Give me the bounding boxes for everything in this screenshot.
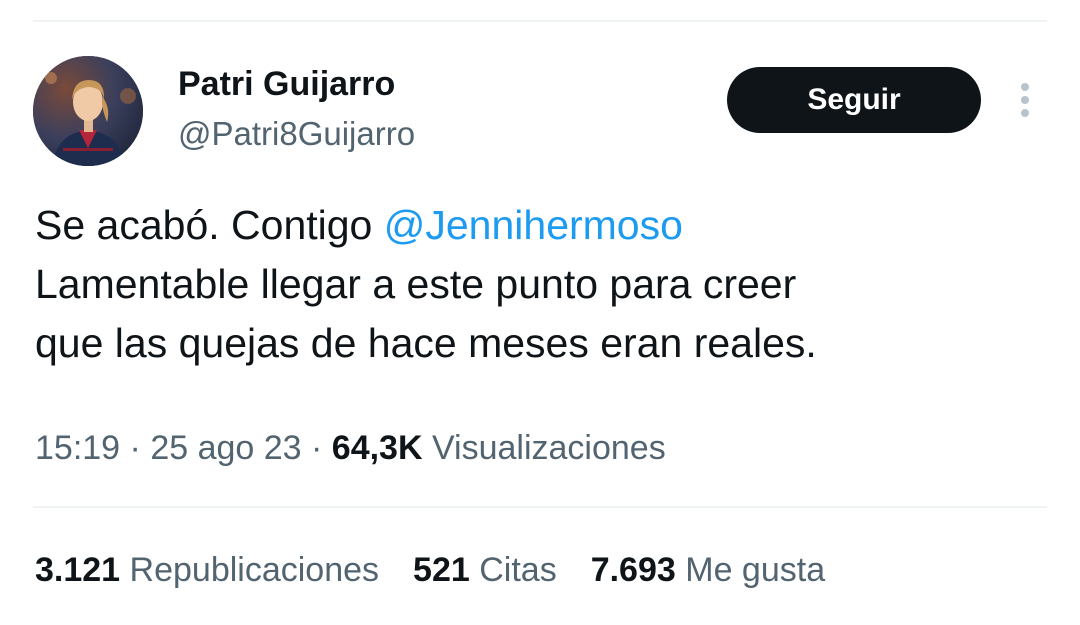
reposts-count: 3.121 — [35, 551, 121, 589]
avatar[interactable] — [33, 56, 143, 166]
tweet-text: Se acabó. Contigo @Jennihermoso Lamentab… — [35, 196, 1045, 373]
likes-count: 7.693 — [590, 551, 676, 589]
author-display-name[interactable]: Patri Guijarro — [178, 62, 395, 106]
reposts-label: Republicaciones — [129, 551, 380, 589]
tweet-line-text: Se acabó. Contigo — [35, 202, 384, 248]
likes-label: Me gusta — [685, 551, 826, 589]
vertical-ellipsis-icon — [1021, 83, 1029, 117]
views-label: Visualizaciones — [431, 429, 666, 467]
tweet-line: Lamentable llegar a este punto para cree… — [35, 261, 797, 307]
tweet-date[interactable]: 25 ago 23 — [150, 429, 301, 467]
meta-separator: · — [301, 429, 332, 467]
top-divider — [33, 20, 1047, 22]
quotes-label: Citas — [479, 551, 557, 589]
views-count: 64,3K — [331, 429, 423, 467]
meta-separator: · — [120, 429, 151, 467]
more-options-button[interactable] — [1008, 80, 1042, 120]
engagement-stats: 3.121 Republicaciones 521 Citas 7.693 Me… — [35, 547, 825, 593]
quotes-stat[interactable]: 521 Citas — [413, 547, 557, 593]
tweet-line: que las quejas de hace meses eran reales… — [35, 320, 817, 366]
mention-link[interactable]: @Jennihermoso — [384, 202, 683, 248]
author-handle[interactable]: @Patri8Guijarro — [178, 112, 415, 156]
tweet-line: Se acabó. Contigo @Jennihermoso — [35, 196, 1045, 255]
follow-button[interactable]: Seguir — [727, 67, 981, 133]
reposts-stat[interactable]: 3.121 Republicaciones — [35, 547, 379, 593]
quotes-count: 521 — [413, 551, 470, 589]
tweet-time[interactable]: 15:19 — [35, 429, 120, 467]
tweet-meta: 15:19 · 25 ago 23 · 64,3K Visualizacione… — [35, 425, 666, 471]
likes-stat[interactable]: 7.693 Me gusta — [591, 547, 825, 593]
avatar-photo — [33, 56, 143, 166]
stats-divider — [33, 506, 1047, 508]
